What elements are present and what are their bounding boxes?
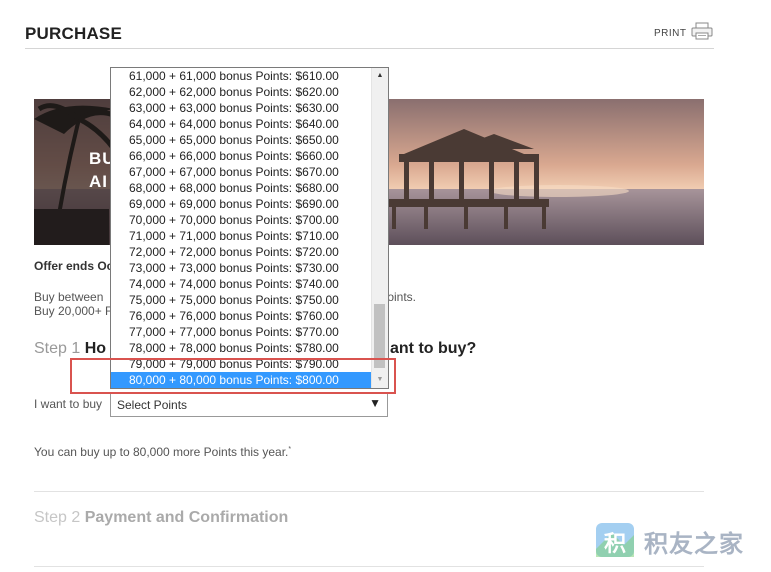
step1-heading: Step 1 Ho xyxy=(34,340,106,358)
watermark-logo-icon: 积 xyxy=(594,519,638,563)
purchase-limit-text: You can buy up to 80,000 more Points thi… xyxy=(34,445,289,459)
watermark: 积 积友之家 xyxy=(594,519,744,563)
chevron-down-icon[interactable]: ▼ xyxy=(369,396,381,410)
step2-title: Payment and Confirmation xyxy=(84,509,289,526)
step1-title-end: ant to buy? xyxy=(390,340,477,357)
want-to-buy-label: I want to buy xyxy=(34,397,103,411)
points-select[interactable]: Select Points ▼ xyxy=(110,393,388,417)
print-label: PRINT xyxy=(654,28,687,39)
purchase-limit-note: You can buy up to 80,000 more Points thi… xyxy=(34,445,291,459)
dropdown-option[interactable]: 70,000 + 70,000 bonus Points: $700.00 xyxy=(111,212,372,228)
offer-description-line-1: Buy between xyxy=(34,290,104,304)
dropdown-option[interactable]: 63,000 + 63,000 bonus Points: $630.00 xyxy=(111,100,372,116)
step1-title-start: Ho xyxy=(84,340,107,357)
dropdown-option[interactable]: 65,000 + 65,000 bonus Points: $650.00 xyxy=(111,132,372,148)
scroll-up-icon[interactable]: ▲ xyxy=(372,68,388,84)
dropdown-option[interactable]: 75,000 + 75,000 bonus Points: $750.00 xyxy=(111,292,372,308)
points-dropdown-list[interactable]: 61,000 + 61,000 bonus Points: $610.00 62,… xyxy=(110,67,389,389)
dropdown-option[interactable]: 64,000 + 64,000 bonus Points: $640.00 xyxy=(111,116,372,132)
section-divider-bottom xyxy=(34,566,704,567)
dropdown-option[interactable]: 68,000 + 68,000 bonus Points: $680.00 xyxy=(111,180,372,196)
page-title: PURCHASE xyxy=(25,24,123,43)
section-divider xyxy=(34,491,704,492)
dropdown-option[interactable]: 71,000 + 71,000 bonus Points: $710.00 xyxy=(111,228,372,244)
dropdown-option[interactable]: 62,000 + 62,000 bonus Points: $620.00 xyxy=(111,84,372,100)
printer-icon xyxy=(691,22,713,45)
points-select-value: Select Points xyxy=(117,398,188,412)
dropdown-option[interactable]: 69,000 + 69,000 bonus Points: $690.00 xyxy=(111,196,372,212)
offer-description-line-2: Buy 20,000+ F xyxy=(34,304,113,318)
annotation-highlight-box xyxy=(70,358,396,394)
step2-heading: Step 2 Payment and Confirmation xyxy=(34,509,288,527)
svg-text:积: 积 xyxy=(604,532,626,557)
dropdown-option[interactable]: 72,000 + 72,000 bonus Points: $720.00 xyxy=(111,244,372,260)
offer-ends-text: Offer ends Oc xyxy=(34,259,114,273)
dropdown-option[interactable]: 78,000 + 78,000 bonus Points: $780.00 xyxy=(111,340,372,356)
points-options: 61,000 + 61,000 bonus Points: $610.00 62,… xyxy=(111,68,372,388)
dropdown-option[interactable]: 74,000 + 74,000 bonus Points: $740.00 xyxy=(111,276,372,292)
dropdown-scrollbar[interactable]: ▲ ▼ xyxy=(371,68,388,388)
dropdown-option[interactable]: 67,000 + 67,000 bonus Points: $670.00 xyxy=(111,164,372,180)
print-button[interactable]: PRINT xyxy=(654,22,713,45)
dropdown-option[interactable]: 76,000 + 76,000 bonus Points: $760.00 xyxy=(111,308,372,324)
watermark-text: 积友之家 xyxy=(644,530,744,558)
dropdown-option[interactable]: 66,000 + 66,000 bonus Points: $660.00 xyxy=(111,148,372,164)
step1-number: Step 1 xyxy=(34,340,81,357)
dropdown-option[interactable]: 61,000 + 61,000 bonus Points: $610.00 xyxy=(111,68,372,84)
dropdown-option[interactable]: 77,000 + 77,000 bonus Points: $770.00 xyxy=(111,324,372,340)
header-divider xyxy=(25,48,714,49)
step2-number: Step 2 xyxy=(34,509,81,526)
dropdown-option[interactable]: 73,000 + 73,000 bonus Points: $730.00 xyxy=(111,260,372,276)
footnote-marker: * xyxy=(288,446,292,453)
